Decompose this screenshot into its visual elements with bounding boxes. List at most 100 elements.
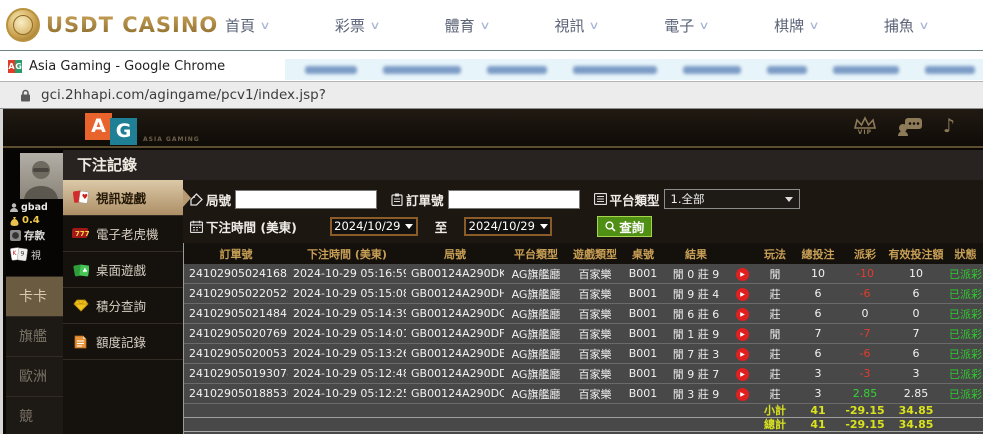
records-sidebar: ♥ 視訊遊戲 777 電子老虎機 ♣ 桌面遊戲 [63,180,183,434]
dropdown-arrow-icon [405,224,413,229]
cell-bet-time: 2024-10-29 05:12:48 [288,367,406,380]
svg-text:9: 9 [21,250,25,257]
nav-label: 電子 [664,15,694,36]
cell-round-no: GB00124A290DC [406,387,504,400]
background-ticker [285,59,983,80]
cell-valid-bet: 10 [888,267,944,280]
replay-icon[interactable]: ▶ [736,268,749,281]
search-button[interactable]: 查詢 [597,216,652,237]
list-icon [594,193,607,205]
cell-valid-bet: 3 [888,367,944,380]
cell-order-no: 241029050241683 [184,267,288,280]
replay-icon[interactable]: ▶ [736,288,749,301]
svg-text:♥: ♥ [81,193,87,201]
subtotal-bet: 41 [794,404,842,417]
order-no-input[interactable] [448,190,580,209]
dropdown-arrow-icon [540,224,548,229]
table-row: 241029050214841 2024-10-29 05:14:39 GB00… [184,304,983,324]
cell-play-type: 莊 [756,286,794,302]
cell-total-bet: 7 [794,327,842,340]
hall-tab[interactable]: 歐洲 [6,356,63,396]
cell-platform: AG旗艦廳 [504,286,568,302]
replay-icon[interactable]: ▶ [736,348,749,361]
deposit-row[interactable]: 存款 [6,227,63,244]
to-label: 至 [435,217,448,236]
nav-item-slots[interactable]: 電子 ∨ [664,15,708,36]
cell-result: 閒 3 莊 9 [664,386,728,402]
header-icons: VIP ♪ [853,115,955,137]
dropdown-arrow-icon [785,197,793,202]
replay-icon[interactable]: ▶ [736,328,749,341]
ticker-blur [305,66,357,74]
chat-icon[interactable] [897,116,923,136]
cell-status: 已派彩 [944,306,983,322]
col-header: 訂單號 [184,246,288,262]
sidebar-item-credit-records[interactable]: 額度記錄 [63,324,183,360]
lock-icon [20,89,31,102]
table-row: 241029050241683 2024-10-29 05:16:59 GB00… [184,264,983,284]
cell-play-type: 莊 [756,346,794,362]
order-no-label: 訂單號 [406,190,444,209]
hall-tab[interactable]: 競 [6,396,63,434]
site-logo[interactable]: USDT CASINO [6,8,218,42]
cell-play-type: 莊 [756,306,794,322]
chevron-down-icon: ∨ [699,19,710,32]
platform-type-select[interactable]: 1.全部 [664,189,800,209]
nav-item-sports[interactable]: 體育∨ [445,15,489,36]
user-panel: gbad 0.4 存款 K9 視 卡卡 [6,150,63,434]
nav-item-live[interactable]: 視訊∨ [554,15,598,36]
cell-platform: AG旗艦廳 [504,386,568,402]
vip-button[interactable]: VIP [853,116,877,136]
nav-item-fishing[interactable]: 捕魚∨ [884,15,928,36]
sidebar-item-slots[interactable]: 777 電子老虎機 [63,216,183,252]
col-header: 平台類型 [504,246,568,262]
sidebar-item-live-games[interactable]: ♥ 視訊遊戲 [63,180,183,216]
table-row: 241029050193078 2024-10-29 05:12:48 GB00… [184,364,983,384]
nav-item-cards[interactable]: 棋牌∨ [774,15,818,36]
cell-payout: -3 [842,367,888,380]
sidebar-item-points-query[interactable]: 積分查詢 [63,288,183,324]
platform-type-value: 1.全部 [671,191,705,207]
platform-type-label: 平台類型 [610,190,660,209]
col-header: 下注時間 (美東) [288,246,406,262]
ag-logo-subtext: ASIA GAMING [143,136,200,143]
total-row: 總計 41 -29.15 34.85 [184,418,983,432]
replay-icon[interactable]: ▶ [736,388,749,401]
records-content: 局號 訂單號 平台類型 1.全部 [183,180,983,434]
cell-valid-bet: 7 [888,327,944,340]
nav-label: 捕魚 [884,15,914,36]
replay-icon[interactable]: ▶ [736,368,749,381]
round-no-label: 局號 [206,190,231,209]
cell-status: 已派彩 [944,346,983,362]
col-header: 有效投注額 [888,246,944,262]
nav-item-lottery[interactable]: 彩票∨ [335,15,379,36]
total-payout: -29.15 [842,418,888,431]
filters: 局號 訂單號 平台類型 1.全部 [183,180,983,241]
cell-valid-bet: 6 [888,287,944,300]
chevron-down-icon: ∨ [479,19,490,32]
avatar [20,153,63,199]
music-icon[interactable]: ♪ [943,115,955,137]
nav-label: 棋牌 [774,15,804,36]
nav-item-home[interactable]: 首頁∨ [225,15,269,36]
date-to-select[interactable]: 2024/10/29 [464,217,552,236]
total-label: 總計 [756,418,794,431]
date-to-value: 2024/10/29 [469,219,535,233]
col-header: 遊戲類型 [568,246,622,262]
cell-play-type: 莊 [756,386,794,402]
balance-row: 0.4 [6,214,63,227]
date-from-value: 2024/10/29 [334,219,400,233]
hall-tab[interactable]: 旗艦 [6,316,63,356]
coin-logo-icon [6,8,40,42]
replay-icon[interactable]: ▶ [736,308,749,321]
table-row: 241029050220529 2024-10-29 05:15:08 GB00… [184,284,983,304]
sidebar-item-table-games[interactable]: ♣ 桌面遊戲 [63,252,183,288]
cell-total-bet: 10 [794,267,842,280]
cell-result: 閒 0 莊 9 [664,266,728,282]
hall-tab[interactable]: 卡卡 [6,276,63,316]
round-no-input[interactable] [235,190,377,209]
chrome-urlbar[interactable]: gci.2hhapi.com/agingame/pcv1/index.jsp? [0,81,983,109]
cell-total-bet: 6 [794,307,842,320]
date-from-select[interactable]: 2024/10/29 [330,217,418,236]
subtotal-row: 小計 41 -29.15 34.85 [184,404,983,418]
